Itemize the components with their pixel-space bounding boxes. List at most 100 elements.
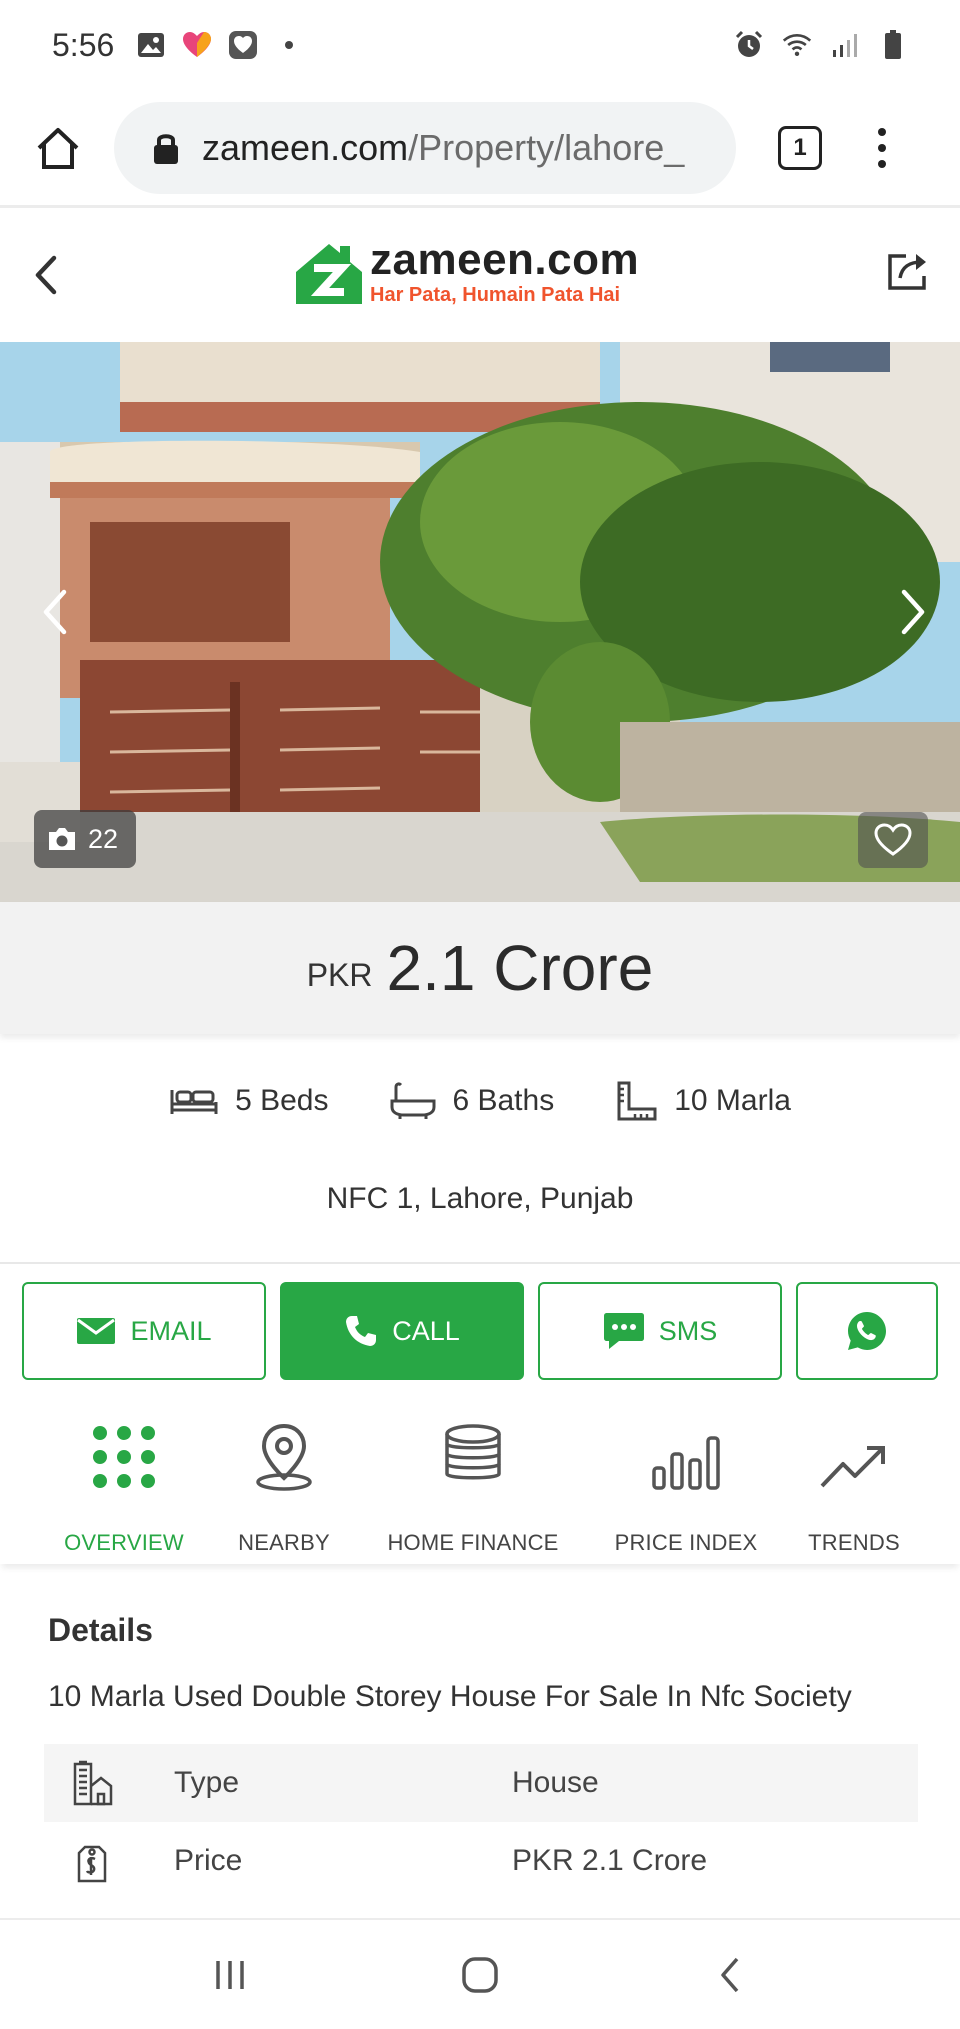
browser-toolbar: zameen.com/Property/lahore_ 1 — [0, 90, 960, 208]
status-time: 5:56 — [52, 26, 115, 63]
phone-icon — [346, 1316, 377, 1346]
whatsapp-button[interactable] — [796, 1282, 938, 1380]
feature-area-label: 10 Marla — [674, 1084, 791, 1117]
chevron-right-icon — [901, 589, 925, 635]
camera-icon — [49, 828, 75, 850]
tab-home-finance-label: HOME FINANCE — [387, 1530, 559, 1555]
home-button[interactable] — [30, 120, 86, 176]
carousel-prev-button[interactable] — [34, 582, 74, 642]
tab-price-index[interactable]: PRICE INDEX — [608, 1412, 764, 1556]
menu-dot — [878, 143, 886, 152]
details-heading: Details — [48, 1612, 153, 1648]
tab-price-index-label: PRICE INDEX — [614, 1530, 758, 1555]
screen: 5:56 zameen.com /Property/lahore_ 1 zame… — [0, 0, 960, 2029]
tab-trends-label: TRENDS — [808, 1530, 900, 1555]
share-icon — [888, 254, 926, 290]
trend-icon — [820, 1446, 885, 1488]
property-location: NFC 1, Lahore, Punjab — [326, 1182, 634, 1215]
url-path: /Property/lahore_ — [408, 126, 685, 168]
site-header: zameen.com Har Pata, Humain Pata Hai — [0, 208, 960, 342]
tab-count: 1 — [793, 133, 807, 161]
feature-area: 10 Marla — [616, 1080, 791, 1122]
coins-icon — [445, 1424, 501, 1480]
detail-value-price: PKR 2.1 Crore — [512, 1844, 708, 1877]
back-button[interactable] — [26, 250, 66, 300]
chevron-left-icon — [43, 589, 67, 635]
signal-icon — [830, 30, 860, 60]
tab-switcher-button[interactable]: 1 — [778, 125, 822, 170]
price-bar: PKR 2.1 Crore — [0, 902, 960, 1034]
detail-value-type: House — [512, 1766, 599, 1799]
whatsapp-icon — [848, 1312, 886, 1350]
bath-icon — [390, 1082, 436, 1119]
wifi-icon — [782, 30, 812, 60]
heart-icon — [874, 823, 912, 856]
property-features: 5 Beds 6 Baths 10 Marla — [0, 1080, 960, 1122]
price-currency: PKR — [306, 956, 373, 993]
price-value: 2.1 Crore — [386, 932, 654, 1004]
tab-nearby-label: NEARBY — [238, 1530, 330, 1555]
back-nav-button[interactable] — [700, 1950, 760, 2000]
home-nav-button[interactable] — [450, 1950, 510, 2000]
sms-button[interactable]: SMS — [538, 1282, 782, 1380]
property-photo-carousel[interactable]: 22 — [0, 342, 960, 902]
tab-overview[interactable]: OVERVIEW — [58, 1412, 190, 1556]
call-button[interactable]: CALL — [280, 1282, 524, 1380]
property-photo — [0, 342, 960, 902]
sms-label: SMS — [658, 1315, 718, 1346]
feature-beds: 5 Beds — [169, 1080, 328, 1122]
price-tag-icon — [77, 1845, 107, 1883]
back-chevron-icon — [721, 1957, 739, 1993]
alarm-icon — [734, 30, 764, 60]
url-domain: zameen.com — [202, 126, 409, 168]
bars-icon — [652, 1436, 720, 1490]
area-icon — [617, 1081, 657, 1121]
photo-count-badge[interactable]: 22 — [34, 810, 136, 868]
chat-bubble-icon — [603, 1313, 644, 1349]
tab-overview-label: OVERVIEW — [64, 1530, 184, 1555]
photo-count: 22 — [88, 823, 119, 854]
heart-app-icon — [182, 30, 212, 60]
feature-beds-label: 5 Beds — [235, 1084, 329, 1117]
section-tabs: OVERVIEW NEARBY HOME FINANCE PRICE INDEX… — [0, 1392, 960, 1564]
recents-button[interactable] — [200, 1950, 260, 2000]
detail-key-type: Type — [174, 1766, 240, 1799]
status-bar: 5:56 — [0, 0, 960, 90]
gallery-icon — [136, 30, 166, 60]
map-pin-icon — [256, 1423, 312, 1491]
building-icon — [73, 1760, 113, 1806]
feature-baths-label: 6 Baths — [452, 1084, 555, 1117]
shield-heart-icon — [228, 30, 258, 60]
email-label: EMAIL — [130, 1315, 212, 1346]
tab-home-finance[interactable]: HOME FINANCE — [380, 1412, 566, 1556]
email-button[interactable]: EMAIL — [22, 1282, 266, 1380]
recents-icon — [216, 1961, 244, 1989]
details-description: 10 Marla Used Double Storey House For Sa… — [48, 1680, 852, 1713]
android-nav-bar — [0, 1918, 960, 2029]
detail-row-price: Price PKR 2.1 Crore — [44, 1822, 918, 1900]
call-label: CALL — [392, 1315, 460, 1346]
home-icon — [37, 127, 79, 169]
tab-trends[interactable]: TRENDS — [800, 1412, 908, 1556]
detail-row-type: Type House — [44, 1744, 918, 1822]
divider — [0, 1262, 960, 1264]
battery-icon — [878, 30, 908, 60]
share-button[interactable] — [884, 246, 934, 296]
carousel-next-button[interactable] — [894, 582, 934, 642]
logo-name: zameen.com — [370, 235, 640, 284]
grid-dots-icon — [93, 1426, 155, 1488]
menu-dot — [878, 127, 886, 136]
browser-menu-button[interactable] — [872, 127, 892, 168]
feature-baths: 6 Baths — [390, 1080, 554, 1122]
tab-nearby[interactable]: NEARBY — [228, 1412, 340, 1556]
logo-tagline: Har Pata, Humain Pata Hai — [370, 284, 621, 306]
menu-dot — [878, 159, 886, 168]
detail-key-price: Price — [174, 1844, 243, 1877]
site-logo[interactable]: zameen.com Har Pata, Humain Pata Hai — [294, 238, 639, 307]
chevron-left-icon — [35, 255, 57, 295]
favorite-button[interactable] — [858, 812, 928, 868]
url-bar[interactable]: zameen.com/Property/lahore_ — [114, 101, 736, 194]
home-circle-icon — [462, 1957, 498, 1993]
bed-icon — [170, 1090, 218, 1114]
zameen-logo-icon — [296, 243, 362, 304]
